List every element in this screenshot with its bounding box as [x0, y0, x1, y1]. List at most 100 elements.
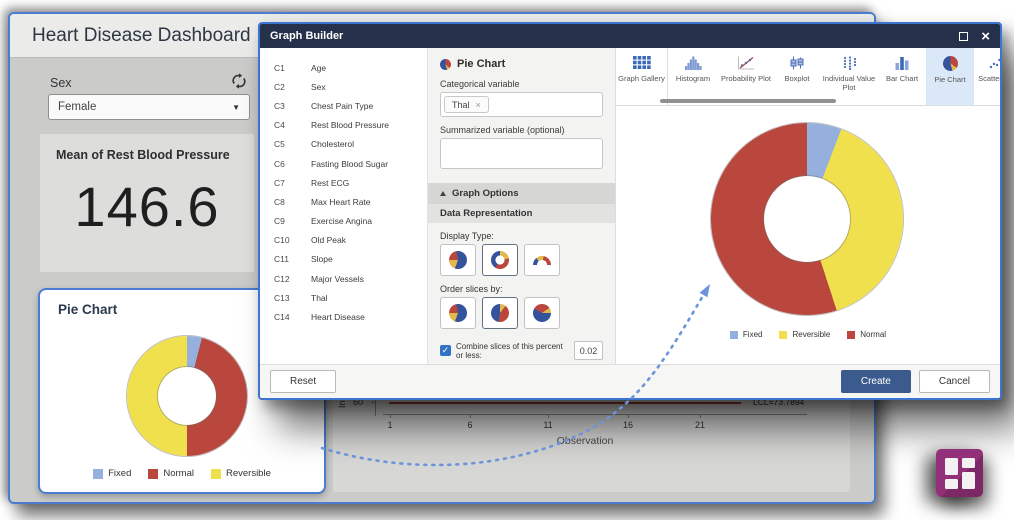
combine-slices-label: Combine slices of this percent or less:: [456, 342, 569, 360]
y-tick-mark: [371, 402, 375, 403]
column-row[interactable]: C1Age: [260, 58, 427, 77]
gauge-display-icon: [533, 256, 551, 265]
order-slices-option-2[interactable]: [482, 297, 518, 329]
metric-value: 146.6: [40, 174, 254, 239]
column-row[interactable]: C10Old Peak: [260, 231, 427, 250]
settings-panel-title: Pie Chart: [440, 58, 603, 70]
legend-swatch-normal: [148, 469, 158, 479]
legend-item: Reversible: [211, 468, 271, 479]
display-type-options: [440, 244, 603, 276]
display-type-pie-button[interactable]: [440, 244, 476, 276]
gallery-item-probability-plot[interactable]: Probability Plot: [718, 48, 774, 105]
display-type-donut-button[interactable]: [482, 244, 518, 276]
column-row[interactable]: C2Sex: [260, 77, 427, 96]
maximize-icon[interactable]: [959, 32, 968, 41]
refresh-icon[interactable]: [230, 72, 248, 90]
sex-dropdown-value: Female: [58, 101, 96, 113]
combine-slices-checkbox[interactable]: ✓: [440, 345, 451, 356]
cancel-button[interactable]: Cancel: [919, 370, 990, 393]
column-row[interactable]: C7Rest ECG: [260, 173, 427, 192]
histogram-icon: [684, 56, 702, 70]
legend-item: Fixed: [93, 468, 131, 479]
column-row[interactable]: C5Cholesterol: [260, 135, 427, 154]
reset-button[interactable]: Reset: [270, 370, 336, 393]
column-row[interactable]: C3Chest Pain Type: [260, 96, 427, 115]
x-tick-mark: [548, 414, 549, 418]
probability-plot-icon: [737, 56, 755, 70]
x-tick-16: 16: [618, 420, 638, 430]
column-row[interactable]: C14Heart Disease: [260, 307, 427, 326]
gallery-item-label: Boxplot: [784, 74, 809, 83]
column-name: Cholesterol: [311, 139, 354, 149]
pie-chart-settings-panel: Pie Chart Categorical variable Thal × Su…: [428, 48, 616, 364]
x-tick-1: 1: [380, 420, 400, 430]
display-type-label: Display Type:: [440, 231, 603, 241]
column-row[interactable]: C4Rest Blood Pressure: [260, 116, 427, 135]
column-row[interactable]: C11Slope: [260, 250, 427, 269]
dialog-titlebar[interactable]: Graph Builder ×: [260, 24, 1000, 48]
categorical-variable-input[interactable]: Thal ×: [440, 92, 603, 117]
display-type-gauge-button[interactable]: [524, 244, 560, 276]
variable-tag[interactable]: Thal ×: [444, 96, 489, 113]
order-slices-label: Order slices by:: [440, 284, 603, 294]
graph-options-label: Graph Options: [452, 188, 519, 199]
dialog-title: Graph Builder: [270, 30, 343, 42]
column-id: C10: [274, 235, 311, 245]
legend-item: Normal: [148, 468, 194, 479]
column-row[interactable]: C8Max Heart Rate: [260, 192, 427, 211]
gallery-item-label: Bar Chart: [886, 74, 918, 83]
donut-hole: [764, 176, 850, 262]
gallery-item-boxplot[interactable]: Boxplot: [774, 48, 820, 105]
legend-label: Normal: [163, 468, 194, 479]
column-name: Slope: [311, 254, 333, 264]
column-name: Major Vessels: [311, 274, 364, 284]
column-name: Rest ECG: [311, 178, 349, 188]
gallery-horizontal-scrollbar[interactable]: [660, 99, 836, 103]
legend-label: Reversible: [792, 330, 830, 339]
order-pie-icon: [449, 304, 467, 322]
column-name: Exercise Angina: [311, 216, 372, 226]
pie-chart-preview-area: Fixed Reversible Normal: [616, 106, 1000, 364]
column-row[interactable]: C9Exercise Angina: [260, 212, 427, 231]
donut-hole: [158, 367, 216, 425]
logo-pane: [945, 479, 958, 489]
legend-label: Fixed: [108, 468, 131, 479]
graph-options-header[interactable]: Graph Options: [428, 183, 615, 204]
gallery-item-pie-chart[interactable]: Pie Chart: [926, 48, 974, 105]
column-name: Fasting Blood Sugar: [311, 159, 388, 169]
column-name: Rest Blood Pressure: [311, 120, 389, 130]
x-tick-mark: [628, 414, 629, 418]
summarized-variable-input[interactable]: [440, 138, 603, 169]
column-id: C4: [274, 120, 311, 130]
page-title: Heart Disease Dashboard: [32, 25, 251, 47]
x-tick-mark: [700, 414, 701, 418]
graph-gallery-toolbar: Graph Gallery Histogram: [616, 48, 1000, 106]
close-icon[interactable]: ×: [981, 29, 990, 44]
order-slices-option-3[interactable]: [524, 297, 560, 329]
gallery-item-graph-gallery[interactable]: Graph Gallery: [616, 48, 668, 105]
lcl-line: [389, 402, 741, 404]
combine-percent-input[interactable]: 0.02: [574, 341, 603, 360]
column-row[interactable]: C6Fasting Blood Sugar: [260, 154, 427, 173]
column-row[interactable]: C12Major Vessels: [260, 269, 427, 288]
order-slices-option-1[interactable]: [440, 297, 476, 329]
column-name: Heart Disease: [311, 312, 365, 322]
column-row[interactable]: C13Thal: [260, 288, 427, 307]
data-representation-header: Data Representation: [428, 204, 615, 223]
sex-dropdown[interactable]: Female ▼: [48, 94, 250, 120]
remove-tag-icon[interactable]: ×: [476, 100, 481, 110]
control-chart-x-axis-label: Observation: [525, 435, 645, 447]
legend-label: Reversible: [226, 468, 271, 479]
gallery-item-bar-chart[interactable]: Bar Chart: [878, 48, 926, 105]
x-tick-6: 6: [460, 420, 480, 430]
gallery-item-histogram[interactable]: Histogram: [668, 48, 718, 105]
x-axis-line: [383, 414, 807, 415]
legend-item: Fixed: [730, 330, 763, 339]
summarized-variable-label: Summarized variable (optional): [440, 125, 603, 135]
column-id: C5: [274, 139, 311, 149]
pie-display-icon: [449, 251, 467, 269]
gallery-item-scatterplot[interactable]: Scatterplot: [974, 48, 1000, 105]
gallery-item-individual-value-plot[interactable]: Individual Value Plot: [820, 48, 878, 105]
column-id: C9: [274, 216, 311, 226]
create-button[interactable]: Create: [841, 370, 911, 393]
